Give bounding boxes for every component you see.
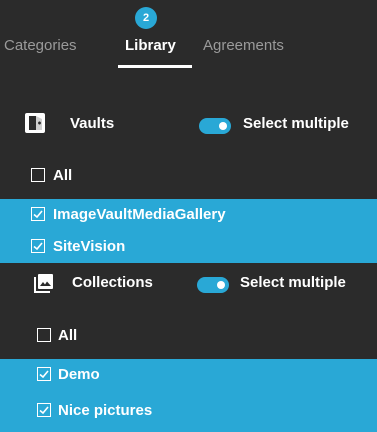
tab-categories[interactable]: Categories (4, 37, 77, 54)
vaults-all-label: All (53, 167, 73, 184)
collections-all-row[interactable]: All (0, 320, 377, 352)
vaults-select-multiple-label: Select multiple (243, 115, 349, 132)
vault-item-checkbox[interactable] (31, 207, 45, 221)
collections-title: Collections (72, 274, 153, 291)
vaults-select-multiple-toggle[interactable] (199, 118, 231, 134)
image-gallery-icon (34, 273, 54, 293)
collection-item-demo[interactable]: Demo (0, 359, 377, 392)
vaults-header: Vaults Select multiple (0, 103, 377, 147)
vault-item-label: SiteVision (53, 238, 126, 255)
vaults-all-row[interactable]: All (0, 160, 377, 192)
collection-item-label: Nice pictures (58, 402, 153, 419)
library-count-badge: 2 (135, 7, 157, 29)
collections-select-multiple-label: Select multiple (240, 274, 346, 291)
vault-item-sitevision[interactable]: SiteVision (0, 231, 377, 263)
collection-item-checkbox[interactable] (37, 367, 51, 381)
collection-item-checkbox[interactable] (37, 403, 51, 417)
collection-item-label: Demo (58, 366, 100, 383)
vault-item-imagevault[interactable]: ImageVaultMediaGallery (0, 199, 377, 231)
vaults-title: Vaults (70, 115, 115, 132)
tab-bar: Categories Library Agreements 2 (0, 0, 377, 86)
collections-all-label: All (58, 327, 78, 344)
tab-library[interactable]: Library (125, 37, 176, 54)
vaults-all-checkbox[interactable] (31, 168, 45, 182)
tab-agreements[interactable]: Agreements (203, 37, 284, 54)
active-tab-indicator (118, 65, 192, 68)
collections-header: Collections Select multiple (0, 263, 377, 307)
collection-item-nice-pictures[interactable]: Nice pictures (0, 392, 377, 432)
collections-all-checkbox[interactable] (37, 328, 51, 342)
vault-item-label: ImageVaultMediaGallery (53, 206, 226, 223)
vault-icon (24, 112, 46, 134)
vault-item-checkbox[interactable] (31, 239, 45, 253)
collections-select-multiple-toggle[interactable] (197, 277, 229, 293)
